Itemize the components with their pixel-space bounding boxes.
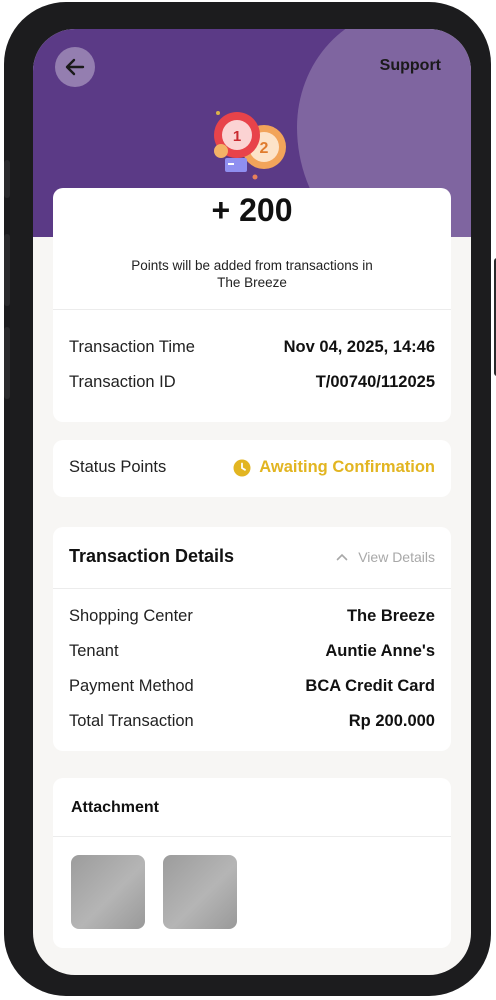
details-header: Transaction Details View Details xyxy=(69,546,435,567)
status-value: Awaiting Confirmation xyxy=(259,458,435,476)
detail-value: Rp 200.000 xyxy=(348,712,435,730)
svg-text:1: 1 xyxy=(233,128,241,145)
view-details-toggle[interactable]: View Details xyxy=(336,549,435,565)
back-arrow-icon xyxy=(65,58,85,76)
back-button[interactable] xyxy=(55,47,95,87)
status-label: Status Points xyxy=(69,458,167,476)
phone-frame: Support 2 1 + 200 Points will be added f… xyxy=(4,2,496,996)
screen: Support 2 1 + 200 Points will be added f… xyxy=(33,29,471,975)
clock-icon xyxy=(233,459,251,476)
attachment-title: Attachment xyxy=(71,799,160,816)
divider xyxy=(53,836,451,837)
divider xyxy=(53,588,451,589)
detail-label: Tenant xyxy=(69,642,119,660)
detail-label: Payment Method xyxy=(69,677,194,695)
detail-value: The Breeze xyxy=(346,607,435,625)
detail-row: Shopping Center The Breeze xyxy=(69,607,435,626)
transaction-time-value: Nov 04, 2025, 14:46 xyxy=(283,338,435,356)
detail-label: Shopping Center xyxy=(69,607,193,625)
detail-row: Total Transaction Rp 200.000 xyxy=(69,712,435,731)
chevron-up-icon xyxy=(336,553,348,560)
divider xyxy=(53,309,451,310)
transaction-id-label: Transaction ID xyxy=(69,373,176,391)
side-button xyxy=(4,160,10,198)
poker-chips-icon: 2 1 xyxy=(214,111,286,180)
transaction-id-row: Transaction ID T/00740/112025 xyxy=(69,373,435,392)
details-title: Transaction Details xyxy=(69,546,235,566)
points-amount: + 200 xyxy=(211,192,293,228)
transaction-time-row: Transaction Time Nov 04, 2025, 14:46 xyxy=(69,338,435,357)
side-button xyxy=(4,234,10,306)
attachment-thumbnail[interactable] xyxy=(163,855,237,929)
support-link[interactable]: Support xyxy=(380,57,441,75)
detail-value: Auntie Anne's xyxy=(325,642,435,660)
detail-value: BCA Credit Card xyxy=(305,677,435,695)
detail-row: Tenant Auntie Anne's xyxy=(69,642,435,661)
points-summary-card: + 200 Points will be added from transact… xyxy=(53,188,451,422)
transaction-details-card: Transaction Details View Details Shoppin… xyxy=(53,527,451,751)
detail-row: Payment Method BCA Credit Card xyxy=(69,677,435,696)
attachment-card: Attachment xyxy=(53,778,451,948)
status-badge: Awaiting Confirmation xyxy=(233,458,435,477)
attachment-thumbnail[interactable] xyxy=(71,855,145,929)
status-card: Status Points Awaiting Confirmation xyxy=(53,440,451,497)
view-details-label: View Details xyxy=(358,548,435,565)
side-button xyxy=(4,327,10,399)
transaction-id-value: T/00740/112025 xyxy=(315,373,435,391)
detail-label: Total Transaction xyxy=(69,712,194,730)
transaction-time-label: Transaction Time xyxy=(69,338,195,356)
status-row: Status Points Awaiting Confirmation xyxy=(69,458,435,477)
svg-text:2: 2 xyxy=(260,140,269,157)
points-note: Points will be added from transactions i… xyxy=(131,258,373,290)
